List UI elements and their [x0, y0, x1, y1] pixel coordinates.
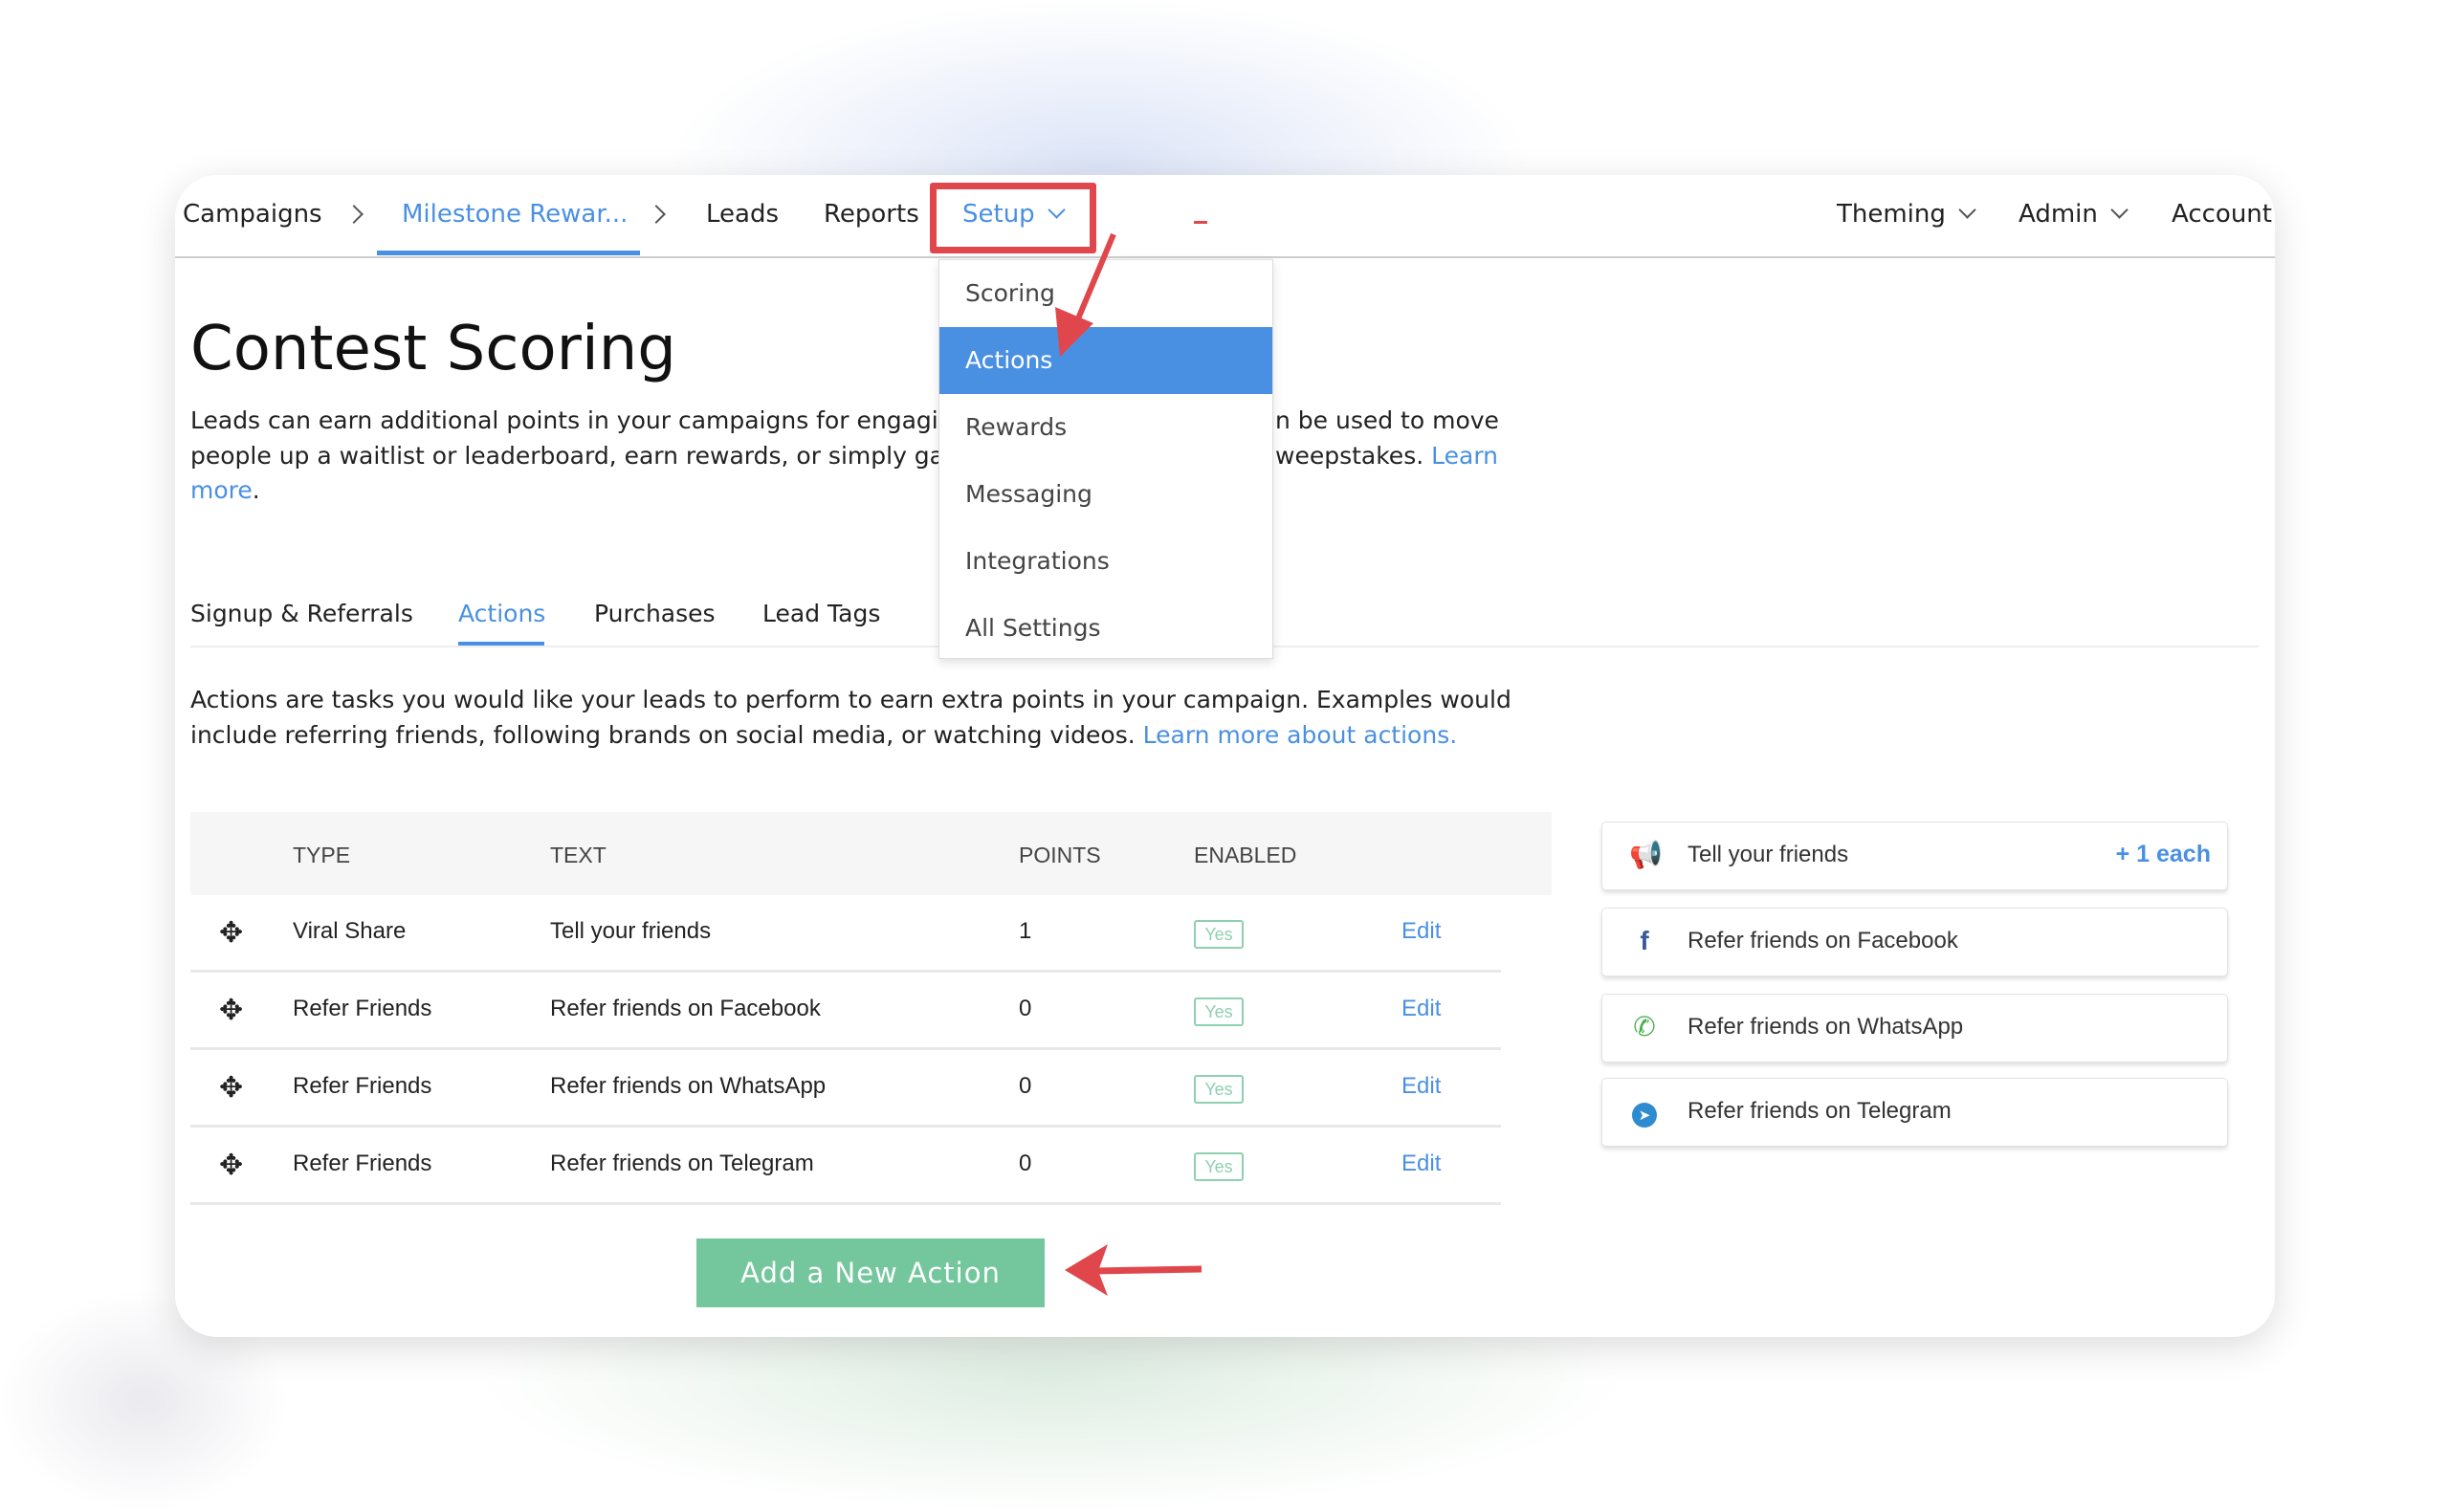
nav-admin-label: Admin — [2019, 200, 2098, 229]
actions-description-2: include referring friends, following bra… — [190, 717, 1457, 753]
telegram-icon: ➤ — [1629, 1096, 1660, 1128]
drag-handle-icon[interactable]: ✥ — [219, 1151, 243, 1180]
annotation-arrow-down — [1055, 232, 1116, 357]
cell-text: Refer friends on Telegram — [550, 1150, 814, 1176]
app-window: Campaigns Milestone Rewar... Leads Repor… — [175, 175, 2275, 1337]
intro-line-1-end: n be used to move — [1275, 406, 1499, 434]
drag-handle-icon[interactable]: ✥ — [219, 919, 243, 948]
nav-theming-label: Theming — [1837, 200, 1946, 229]
tab-lead-tags[interactable]: Lead Tags — [762, 600, 880, 627]
preview-action-card[interactable]: ✆ Refer friends on WhatsApp — [1601, 994, 2228, 1063]
actions-description-text: include referring friends, following bra… — [190, 721, 1136, 749]
table-row: ✥ Viral Share Tell your friends 1 Yes Ed… — [190, 895, 1501, 973]
cell-type: Refer Friends — [293, 1073, 432, 1099]
intro-text: Leads can earn additional points in your… — [190, 406, 954, 434]
active-underline — [377, 251, 640, 255]
drag-handle-icon[interactable]: ✥ — [219, 997, 243, 1025]
learn-more-link[interactable]: more — [190, 476, 253, 504]
cell-type: Refer Friends — [293, 1150, 432, 1176]
table-row: ✥ Refer Friends Refer friends on Telegra… — [190, 1128, 1501, 1205]
tab-signup-referrals[interactable]: Signup & Referrals — [190, 600, 413, 627]
actions-description-1: Actions are tasks you would like your le… — [190, 686, 1511, 713]
facebook-icon: f — [1640, 926, 1649, 955]
nav-theming[interactable]: Theming — [1837, 200, 1976, 229]
chevron-down-icon — [1958, 201, 1976, 219]
intro-period: . — [252, 476, 260, 504]
preview-text: Refer friends on Facebook — [1688, 928, 1958, 953]
tab-purchases[interactable]: Purchases — [594, 600, 716, 627]
cell-type: Viral Share — [293, 918, 407, 944]
table-header: TYPE TEXT POINTS ENABLED — [190, 812, 1552, 895]
learn-more-link[interactable]: Learn — [1431, 442, 1498, 470]
preview-text: Refer friends on WhatsApp — [1688, 1014, 1964, 1040]
intro-line-2: people up a waitlist or leaderboard, ear… — [190, 442, 951, 470]
whatsapp-icon: ✆ — [1633, 1011, 1656, 1042]
add-new-action-button[interactable]: Add a New Action — [696, 1238, 1045, 1307]
cell-text: Tell your friends — [550, 918, 712, 944]
breadcrumb-chevron-icon — [344, 205, 364, 224]
page-title: Contest Scoring — [190, 314, 676, 384]
cell-points: 0 — [1019, 1150, 1032, 1176]
nav-campaigns[interactable]: Campaigns — [183, 200, 322, 229]
megaphone-icon: 📢 — [1629, 839, 1663, 870]
column-type: TYPE — [293, 843, 351, 867]
preview-action-card[interactable]: ➤ Refer friends on Telegram — [1601, 1078, 2228, 1147]
cell-type: Refer Friends — [293, 996, 432, 1021]
nav-admin[interactable]: Admin — [2019, 200, 2129, 229]
breadcrumb-chevron-icon — [647, 205, 666, 224]
cell-points: 0 — [1019, 1073, 1032, 1099]
cell-text: Refer friends on Facebook — [550, 996, 821, 1021]
intro-line-2-end: weepstakes. Learn — [1275, 438, 1498, 473]
edit-link[interactable]: Edit — [1401, 1073, 1441, 1100]
nav-account[interactable]: Account — [2172, 200, 2272, 229]
cell-points: 0 — [1019, 996, 1032, 1021]
preview-action-card[interactable]: 📢 Tell your friends + 1 each — [1601, 822, 2228, 890]
edit-link[interactable]: Edit — [1401, 1150, 1441, 1177]
nav-reports[interactable]: Reports — [824, 200, 919, 229]
table-row: ✥ Refer Friends Refer friends on WhatsAp… — [190, 1050, 1501, 1128]
table-row: ✥ Refer Friends Refer friends on Faceboo… — [190, 973, 1501, 1050]
actions-table: TYPE TEXT POINTS ENABLED ✥ Viral Share T… — [190, 812, 1552, 1205]
preview-text: Refer friends on Telegram — [1688, 1098, 1952, 1124]
column-text: TEXT — [550, 843, 607, 867]
edit-link[interactable]: Edit — [1401, 996, 1441, 1022]
nav-leads[interactable]: Leads — [706, 200, 779, 229]
preview-action-card[interactable]: f Refer friends on Facebook — [1601, 908, 2228, 976]
tab-actions[interactable]: Actions — [458, 600, 545, 627]
intro-text: weepstakes. — [1275, 442, 1424, 470]
annotation-arrow-left — [1065, 1244, 1202, 1296]
intro-line-3: more. — [190, 472, 260, 508]
annotation-arrows — [1055, 232, 1202, 1296]
points-badge: + 1 each — [2115, 841, 2211, 867]
chevron-down-icon — [2110, 201, 2129, 219]
cell-points: 1 — [1019, 918, 1032, 944]
cell-text: Refer friends on WhatsApp — [550, 1073, 827, 1099]
drag-handle-icon[interactable]: ✥ — [219, 1074, 243, 1103]
intro-line-1: Leads can earn additional points in your… — [190, 403, 954, 438]
edit-link[interactable]: Edit — [1401, 918, 1441, 945]
nav-campaign-name[interactable]: Milestone Rewar... — [402, 200, 628, 229]
preview-text: Tell your friends — [1688, 842, 1849, 867]
